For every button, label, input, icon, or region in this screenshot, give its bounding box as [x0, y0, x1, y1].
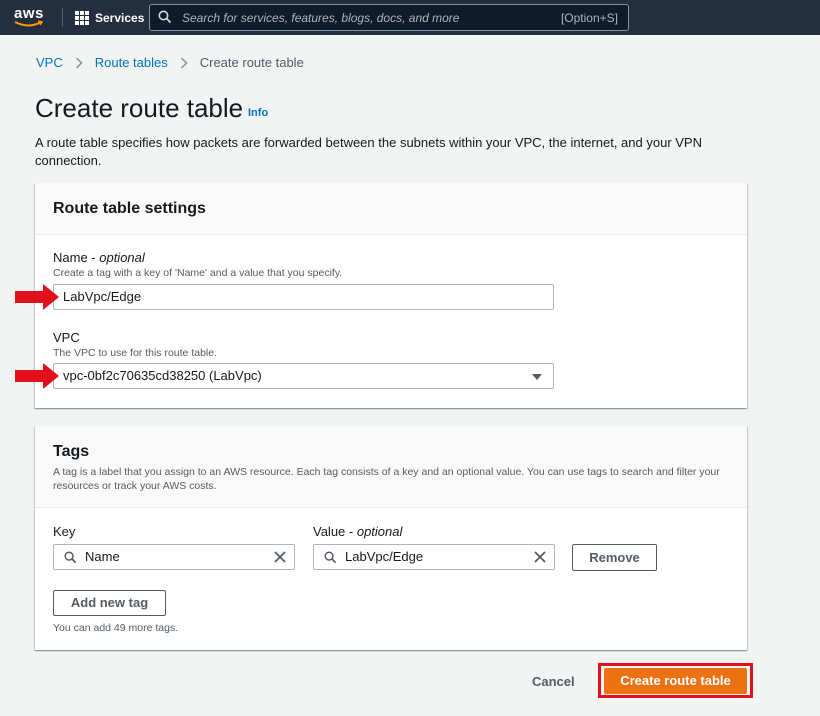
remove-tag-button[interactable]: Remove — [572, 544, 657, 571]
tag-limit-text: You can add 49 more tags. — [53, 622, 179, 634]
tag-key-input[interactable]: Name — [53, 544, 295, 570]
vpc-select[interactable]: vpc-0bf2c70635cd38250 (LabVpc) — [53, 363, 554, 389]
annotation-arrow-icon — [15, 284, 59, 310]
chevron-right-icon — [180, 56, 188, 69]
cancel-button[interactable]: Cancel — [532, 674, 575, 689]
value-column-header: Value - optional — [313, 524, 403, 539]
breadcrumb: VPC Route tables Create route table — [36, 55, 304, 70]
info-link[interactable]: Info — [248, 107, 268, 119]
create-route-table-button[interactable]: Create route table — [604, 668, 747, 694]
vpc-field-label: VPC — [53, 330, 80, 345]
optional-label: optional — [356, 524, 403, 539]
tags-panel: Tags A tag is a label that you assign to… — [35, 426, 747, 650]
search-icon — [64, 551, 77, 564]
page-title: Create route table — [35, 93, 244, 123]
tag-value-value: LabVpc/Edge — [345, 549, 424, 564]
breadcrumb-current: Create route table — [199, 55, 304, 70]
name-field-description: Create a tag with a key of 'Name' and a … — [53, 267, 343, 279]
name-input[interactable]: LabVpc/Edge — [53, 284, 554, 310]
tags-panel-header: Tags A tag is a label that you assign to… — [35, 426, 747, 508]
tags-panel-description: A tag is a label that you assign to an A… — [53, 466, 720, 492]
top-navigation-bar: aws Services Search for services, featur… — [0, 0, 820, 35]
caret-down-icon — [532, 374, 542, 380]
name-field-label: Name - optional — [53, 250, 145, 265]
tags-panel-title: Tags — [53, 443, 90, 460]
breadcrumb-vpc[interactable]: VPC — [36, 55, 63, 70]
chevron-right-icon — [75, 56, 83, 69]
aws-logo[interactable]: aws — [14, 5, 48, 31]
aws-smile-icon — [14, 20, 44, 27]
services-label: Services — [95, 11, 145, 25]
search-icon — [158, 10, 172, 24]
global-search-input[interactable]: Search for services, features, blogs, do… — [149, 4, 629, 31]
optional-label: optional — [99, 250, 145, 265]
settings-panel-header: Route table settings — [35, 183, 747, 235]
search-icon — [324, 551, 337, 564]
clear-icon[interactable] — [534, 551, 546, 563]
clear-icon[interactable] — [274, 551, 286, 563]
vpc-selected-value: vpc-0bf2c70635cd38250 (LabVpc) — [63, 368, 262, 383]
key-column-header: Key — [53, 524, 76, 539]
grid-icon — [75, 11, 89, 25]
search-placeholder: Search for services, features, blogs, do… — [182, 11, 460, 25]
nav-divider — [62, 8, 63, 27]
search-shortcut: [Option+S] — [560, 11, 618, 25]
vpc-field-description: The VPC to use for this route table. — [53, 347, 218, 359]
annotation-arrow-icon — [15, 363, 59, 389]
services-menu-button[interactable]: Services — [75, 9, 144, 27]
route-table-settings-panel: Route table settings Name - optional Cre… — [35, 183, 747, 408]
tag-value-input[interactable]: LabVpc/Edge — [313, 544, 555, 570]
settings-panel-title: Route table settings — [53, 200, 206, 217]
tag-key-value: Name — [85, 549, 120, 564]
breadcrumb-route-tables[interactable]: Route tables — [95, 55, 168, 70]
page-description: A route table specifies how packets are … — [35, 135, 702, 168]
add-new-tag-button[interactable]: Add new tag — [53, 590, 166, 616]
